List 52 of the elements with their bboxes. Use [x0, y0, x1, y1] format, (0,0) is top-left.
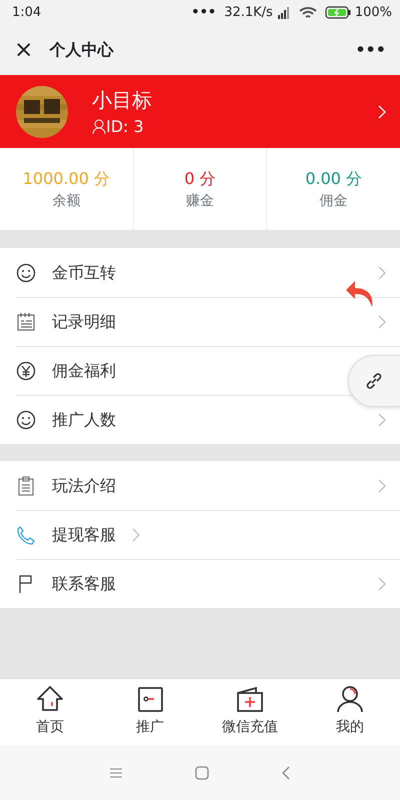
person-icon	[335, 685, 365, 713]
user-name: 小目标	[92, 86, 152, 114]
chevron-right-icon[interactable]	[378, 314, 386, 328]
close-button[interactable]: ×	[14, 38, 34, 62]
stat-value: 0.00 分	[305, 168, 362, 190]
menu-item-label[interactable]: 佣金福利	[52, 358, 116, 382]
phone-icon	[16, 524, 36, 544]
stat-value: 1000.00 分	[22, 168, 110, 190]
chevron-right-icon[interactable]	[132, 528, 140, 542]
chevron-right-icon[interactable]	[378, 266, 386, 280]
wallet-plus-icon	[235, 685, 265, 713]
battery-icon	[324, 6, 351, 19]
tab-bar-item[interactable]: 我的	[300, 679, 400, 745]
notification-dots: •••	[191, 4, 216, 22]
wifi-icon	[298, 6, 317, 19]
user-id: ID: 3	[106, 116, 144, 138]
clock-time: 1:04	[12, 4, 42, 22]
key-card-icon	[135, 685, 165, 713]
stat-label: 佣金	[320, 192, 348, 210]
stat-label: 赚金	[186, 192, 214, 210]
network-speed: 32.1K/s	[224, 4, 273, 22]
page-title: 个人中心	[49, 39, 114, 61]
tab-bar-item[interactable]: 微信充值	[200, 679, 300, 745]
user-icon	[92, 119, 106, 134]
home-icon	[35, 685, 65, 713]
menu-item-label[interactable]: 提现客服	[52, 522, 116, 546]
tab-bar-item[interactable]: 首页	[0, 679, 100, 745]
menu-item-label[interactable]: 联系客服	[52, 572, 116, 596]
chevron-right-icon[interactable]	[378, 576, 386, 590]
link-button[interactable]	[348, 355, 400, 407]
link-icon	[365, 372, 383, 390]
menu-item-label[interactable]: 金币互转	[52, 260, 116, 284]
undo-arrow-icon[interactable]	[345, 280, 375, 308]
signal-icon	[276, 6, 291, 18]
chevron-right-icon[interactable]	[378, 478, 386, 492]
menu-item-label[interactable]: 推广人数	[52, 408, 116, 432]
menu-item-label[interactable]: 玩法介绍	[52, 474, 116, 498]
menu-item-label[interactable]: 记录明细	[52, 310, 116, 334]
clipboard-icon	[16, 476, 36, 496]
stat-label: 余额	[52, 192, 80, 210]
home-square-icon[interactable]	[195, 766, 209, 780]
tab-bar-item[interactable]: 推广	[100, 679, 200, 745]
chevron-right-icon[interactable]	[378, 412, 386, 426]
stat-value: 0 分	[184, 168, 216, 190]
back-icon[interactable]	[281, 766, 291, 780]
yen-icon	[16, 360, 36, 380]
battery-level: 100%	[354, 4, 392, 22]
smiley-icon	[16, 410, 36, 430]
calendar-icon	[16, 312, 36, 332]
menu-icon[interactable]	[109, 766, 123, 778]
smiley-icon	[16, 262, 36, 282]
more-button[interactable]: •••	[355, 38, 386, 62]
